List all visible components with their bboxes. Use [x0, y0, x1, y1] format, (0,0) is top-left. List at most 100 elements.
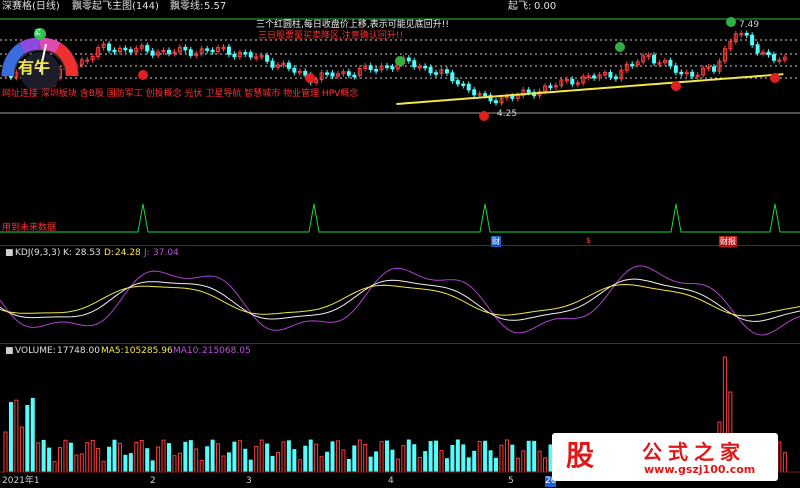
volume-bar	[401, 445, 406, 473]
volume-bar	[177, 452, 182, 473]
kdj-j-value: 37.04	[153, 248, 179, 258]
price-candle	[325, 72, 330, 75]
price-candle	[690, 71, 695, 77]
price-candle	[679, 71, 684, 75]
volume-bar	[254, 445, 259, 473]
bull-gauge-icon	[1, 28, 79, 90]
buy-marker-icon	[615, 42, 625, 52]
price-candle	[150, 50, 155, 56]
price-candle	[608, 72, 613, 78]
panel-divider-main[interactable]	[0, 245, 800, 246]
price-candle	[374, 69, 379, 72]
price-candle	[205, 48, 210, 51]
price-candle	[412, 60, 417, 68]
sell-marker-icon	[770, 73, 780, 83]
sell-marker-icon	[671, 81, 681, 91]
sell-marker-icon	[479, 111, 489, 121]
price-candle	[112, 49, 117, 53]
ma5-value: 105285.96	[124, 346, 173, 356]
stock-title[interactable]: 深赛格(日线)	[2, 1, 60, 13]
volume-bar	[90, 439, 95, 473]
volume-bar	[134, 441, 139, 473]
volume-bar	[112, 439, 117, 473]
volume-bar	[335, 440, 340, 473]
volume-bar	[183, 441, 188, 473]
volume-bar	[167, 443, 171, 473]
volume-bar	[537, 450, 542, 473]
volume-bar	[145, 448, 150, 473]
price-candle	[346, 71, 351, 76]
volume-bar	[782, 452, 787, 473]
sell-marker-icon	[138, 70, 148, 80]
volume-bar	[368, 456, 373, 473]
concept-tags: 网址连接 深圳板块 含B股 国防军工 创投概念 光伏 卫星导航 智慧城市 物业管…	[2, 89, 359, 99]
volume-bar	[52, 461, 57, 473]
buy-marker-icon	[726, 17, 736, 27]
volume-bar	[79, 453, 84, 473]
price-candle	[744, 32, 749, 36]
price-candle	[286, 62, 291, 69]
price-candle	[390, 66, 395, 70]
kdj-d-label: D:	[104, 248, 114, 258]
price-candle	[428, 66, 433, 74]
volume-bar	[341, 449, 346, 473]
price-candle	[368, 65, 373, 71]
panel-divider-kdj[interactable]	[0, 343, 800, 344]
volume-bar	[292, 449, 297, 473]
volume-bar	[25, 405, 30, 473]
kdj-bullet-icon: ■	[5, 248, 14, 258]
volume-bar	[172, 455, 177, 473]
date-tick-mar: 3	[246, 476, 252, 486]
volume-bar	[314, 443, 319, 473]
price-candle	[630, 63, 635, 67]
price-candle	[330, 72, 335, 77]
price-candle	[461, 83, 466, 87]
price-candle	[755, 44, 760, 54]
price-candle	[423, 65, 428, 69]
volume-bar	[477, 440, 482, 473]
kdj-name[interactable]: KDJ(9,3,3)	[15, 248, 60, 259]
kdj-j-line	[0, 265, 800, 336]
event-badge-dividend[interactable]: $	[586, 236, 591, 245]
volume-bar	[58, 447, 62, 473]
volume-bar	[439, 450, 444, 473]
volume-bar	[194, 448, 199, 473]
volume-bar	[3, 431, 8, 473]
volume-bar	[68, 442, 73, 473]
volume-bar	[303, 445, 308, 473]
volume-bar	[379, 441, 384, 473]
volume-bar	[96, 447, 101, 473]
volume-bar	[526, 440, 531, 473]
kdj-d-line	[0, 283, 800, 317]
kdj-j-label: J:	[144, 248, 150, 258]
volume-bar	[346, 458, 351, 473]
volume-bar	[499, 444, 504, 473]
volume-bar	[444, 458, 449, 473]
ma10-value: 215068.05	[202, 346, 251, 356]
line-value: 5.57	[204, 1, 227, 12]
price-candle	[248, 52, 253, 58]
watermark-site-name: 公式之家	[642, 440, 746, 464]
sell-marker-icon	[305, 73, 315, 83]
indicator-name[interactable]: 飘零起飞主图(144)	[72, 1, 159, 13]
volume-bar	[423, 451, 428, 473]
price-candle	[483, 93, 488, 97]
date-tick-feb: 2	[150, 476, 156, 486]
volume-bullet-icon: ■	[5, 346, 14, 356]
plot-canvas	[0, 17, 800, 473]
kdj-k-value: 28.53	[75, 248, 101, 258]
volume-bar	[19, 426, 24, 473]
volume-bar	[221, 455, 226, 473]
trend-line	[396, 73, 784, 105]
price-candle	[750, 34, 755, 46]
volume-bar	[47, 447, 52, 473]
volume-bar	[428, 441, 433, 473]
volume-bar	[395, 458, 400, 473]
volume-bar	[450, 444, 455, 473]
volume-bar	[216, 443, 221, 473]
price-candle	[652, 54, 657, 64]
volume-bar	[36, 442, 41, 473]
volume-name[interactable]: VOLUME:	[15, 346, 56, 357]
price-candle	[613, 76, 618, 80]
date-tick-may: 5	[508, 476, 514, 486]
